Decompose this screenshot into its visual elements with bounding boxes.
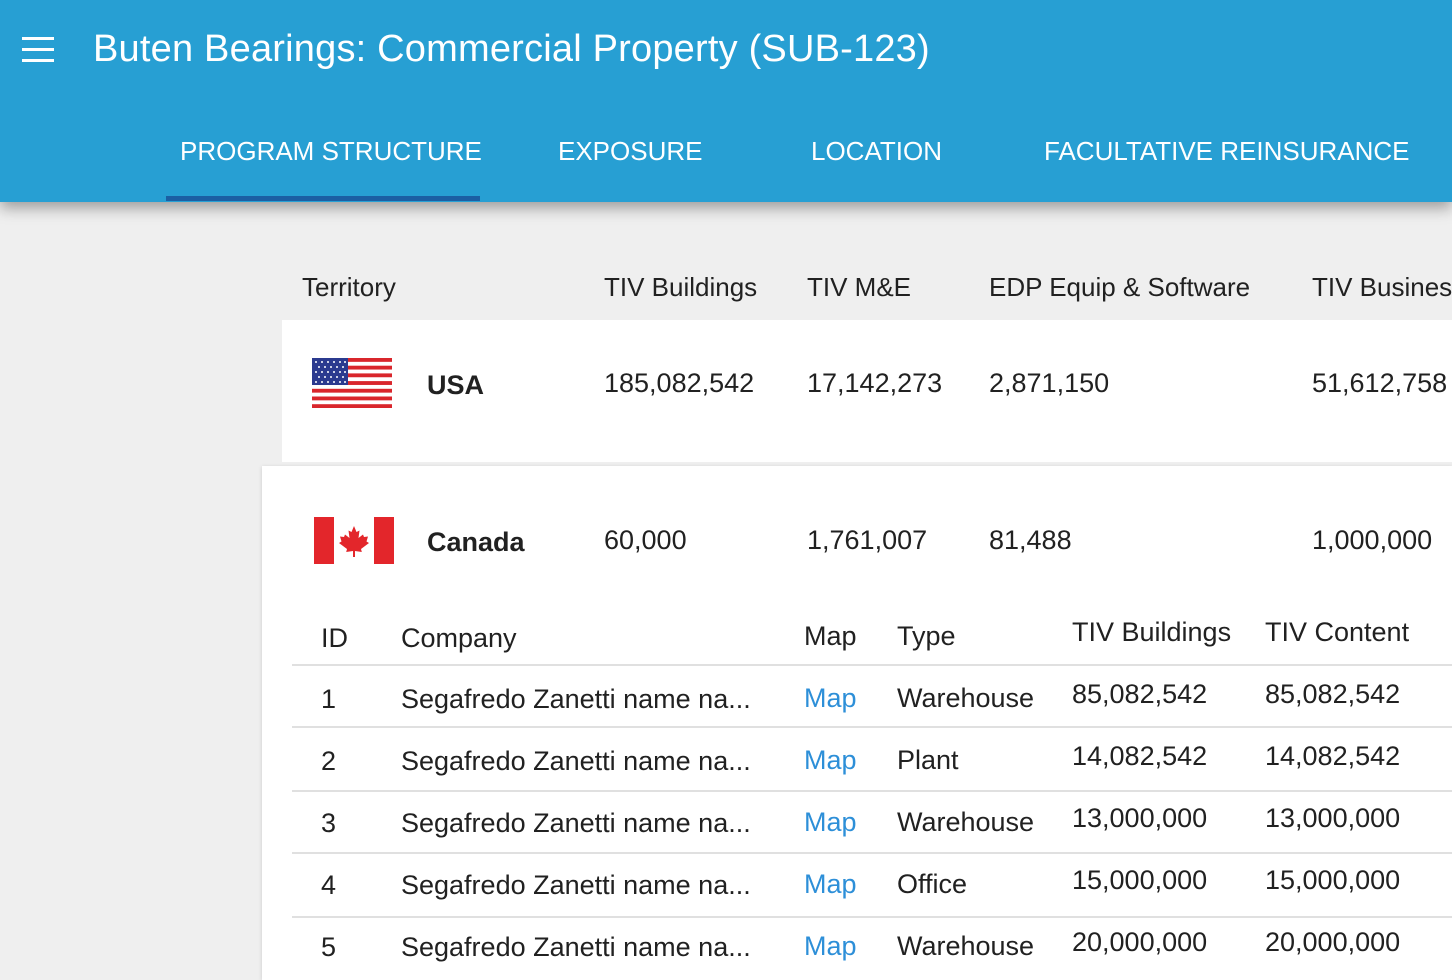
page-title: Buten Bearings: Commercial Property (SUB… [93,28,930,70]
location-type: Warehouse [897,683,1035,713]
tab-facultative-reinsurance[interactable]: FACULTATIVE REINSURANCE [1044,136,1410,176]
tiv-buildings-value: 185,082,542 [604,368,755,398]
location-id: 3 [321,808,337,838]
company-name: Segafredo Zanetti name na... [401,808,751,838]
tiv-buildings-value: 15,000,000 [1072,865,1208,895]
header-map[interactable]: Map [804,621,857,652]
location-id: 2 [321,746,337,776]
edp-value: 2,871,150 [989,368,1110,398]
tiv-business-value: 51,612,758 [1312,368,1448,398]
header-tiv-content[interactable]: TIV Content [1265,617,1409,648]
tiv-content-value: 20,000,000 [1265,927,1401,957]
company-name: Segafredo Zanetti name na... [401,684,751,714]
tiv-buildings-value: 60,000 [604,525,687,555]
header-tiv-buildings[interactable]: TIV Buildings [604,272,757,303]
tab-exposure[interactable]: EXPOSURE [558,136,703,176]
edp-value: 81,488 [989,525,1072,555]
tiv-content-value: 85,082,542 [1265,679,1401,709]
header-tiv-business[interactable]: TIV Busines [1312,272,1452,303]
header-territory[interactable]: Territory [302,272,396,303]
location-type: Office [897,869,968,899]
app-bar: Buten Bearings: Commercial Property (SUB… [0,0,1452,202]
tiv-buildings-value: 14,082,542 [1072,741,1208,771]
hamburger-menu-icon[interactable] [22,34,56,66]
header-divider [292,664,1452,666]
location-id: 1 [321,684,337,714]
location-type: Plant [897,745,959,775]
tiv-me-value: 1,761,007 [807,525,928,555]
map-link[interactable]: Map [804,745,857,776]
header-tiv-me[interactable]: TIV M&E [807,272,911,303]
territory-name: Canada [427,527,525,557]
tiv-business-value: 1,000,000 [1312,525,1433,555]
map-link[interactable]: Map [804,683,857,714]
tab-program-structure[interactable]: PROGRAM STRUCTURE [180,136,482,176]
row-divider [292,726,1452,728]
active-tab-indicator [166,196,480,201]
tab-location[interactable]: LOCATION [811,136,942,176]
header-tiv-buildings[interactable]: TIV Buildings [1072,617,1231,648]
company-name: Segafredo Zanetti name na... [401,746,751,776]
row-divider [292,790,1452,792]
map-link[interactable]: Map [804,869,857,900]
tiv-me-value: 17,142,273 [807,368,943,398]
tiv-content-value: 14,082,542 [1265,741,1401,771]
map-link[interactable]: Map [804,931,857,962]
header-edp-equip-software[interactable]: EDP Equip & Software [989,272,1250,303]
tiv-buildings-value: 13,000,000 [1072,803,1208,833]
location-type: Warehouse [897,931,1035,961]
territory-name: USA [427,370,485,400]
location-id: 4 [321,870,337,900]
map-link[interactable]: Map [804,807,857,838]
usa-flag-icon [312,358,392,408]
canada-flag-icon [314,517,394,564]
row-divider [292,852,1452,854]
company-name: Segafredo Zanetti name na... [401,870,751,900]
header-company[interactable]: Company [401,623,517,654]
tiv-content-value: 15,000,000 [1265,865,1401,895]
row-divider [292,916,1452,918]
tiv-content-value: 13,000,000 [1265,803,1401,833]
header-id[interactable]: ID [321,623,348,654]
location-type: Warehouse [897,807,1035,837]
header-type[interactable]: Type [897,621,956,652]
tiv-buildings-value: 20,000,000 [1072,927,1208,957]
company-name: Segafredo Zanetti name na... [401,932,751,962]
location-id: 5 [321,932,337,962]
tiv-buildings-value: 85,082,542 [1072,679,1208,709]
